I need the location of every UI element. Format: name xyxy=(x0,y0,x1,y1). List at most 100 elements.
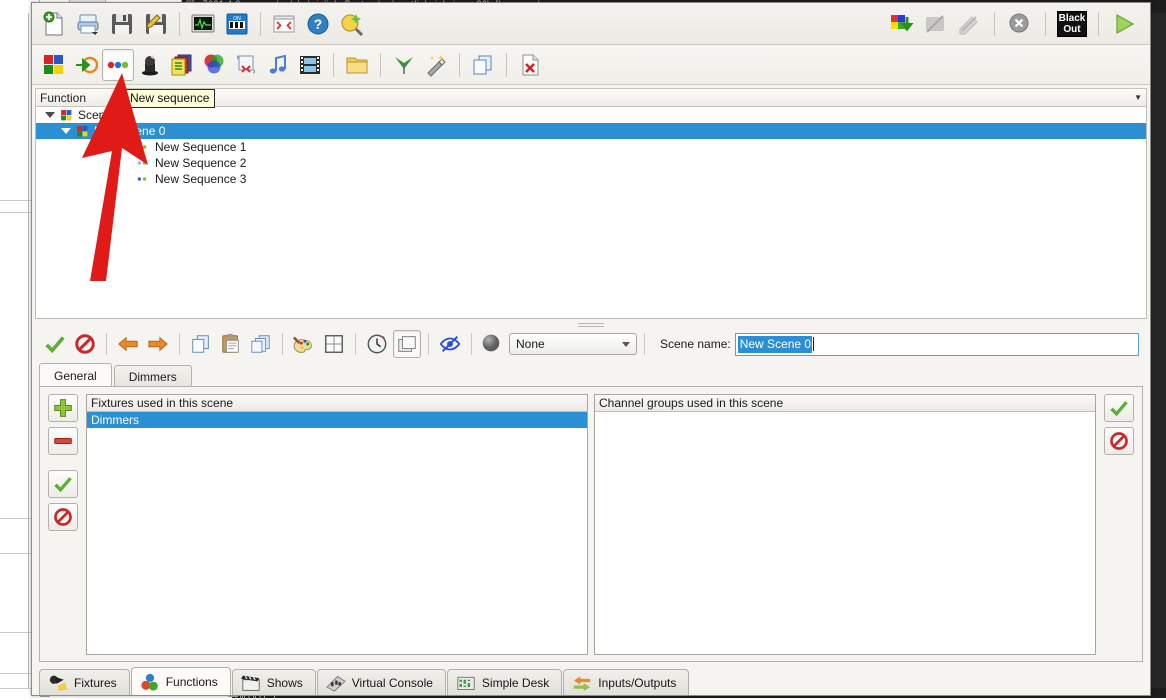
tooltip: New sequence xyxy=(124,89,216,108)
disable-fixture-button[interactable] xyxy=(48,503,78,531)
tab-inputs-outputs[interactable]: Inputs/Outputs xyxy=(563,669,690,695)
next-fixture-icon[interactable] xyxy=(144,330,172,358)
sphere-indicator xyxy=(481,333,501,356)
save-as-icon[interactable] xyxy=(140,8,172,40)
autostart-icon[interactable] xyxy=(420,49,452,81)
tab-functions[interactable]: Functions xyxy=(130,667,231,695)
enable-group-button[interactable] xyxy=(1104,394,1134,422)
fixture-add-icon[interactable] xyxy=(885,8,917,40)
toolbar-separator xyxy=(179,333,180,355)
disable-group-button[interactable] xyxy=(1104,427,1134,455)
fixture-name: Dimmers xyxy=(91,413,139,427)
new-sequence-icon[interactable] xyxy=(102,48,134,81)
tab-virtual-console[interactable]: Virtual Console xyxy=(316,669,446,695)
color-tool-icon[interactable] xyxy=(290,330,318,358)
toolbar-separator xyxy=(355,333,356,355)
tab-simple-desk[interactable]: Simple Desk xyxy=(446,669,563,695)
toolbar-separator xyxy=(179,11,180,36)
speed-dial-icon[interactable] xyxy=(363,330,391,358)
monitor-icon[interactable] xyxy=(187,8,219,40)
paste-icon[interactable] xyxy=(217,330,245,358)
expand-twisty-icon[interactable] xyxy=(58,128,74,134)
new-audio-icon[interactable] xyxy=(262,49,294,81)
tree-node-label: New Sequence 2 xyxy=(155,156,247,170)
tab-dimmers[interactable]: Dimmers xyxy=(113,365,192,387)
toolbar-separator xyxy=(282,333,283,355)
new-chaser-icon[interactable] xyxy=(70,49,102,81)
search-icon[interactable] xyxy=(336,8,368,40)
channel-groups-list-header: Channel groups used in this scene xyxy=(595,395,1095,412)
background-window-border xyxy=(28,13,29,698)
play-icon[interactable] xyxy=(1108,8,1140,40)
grandmaster-disabled-icon[interactable] xyxy=(919,8,951,40)
virtual-console-icon xyxy=(326,675,346,692)
tree-node-new-sequence-3[interactable]: New Sequence 3 xyxy=(36,171,1146,187)
delete-icon[interactable] xyxy=(514,49,546,81)
new-efx-icon[interactable] xyxy=(134,49,166,81)
stop-all-icon[interactable] xyxy=(1004,8,1036,40)
tab-fixtures[interactable]: Fixtures xyxy=(39,669,130,695)
tree-node-new-scene-0[interactable]: New Scene 0 xyxy=(36,123,1146,139)
positions-tool-icon[interactable] xyxy=(320,330,348,358)
tab-shows[interactable]: Shows xyxy=(231,669,316,695)
new-scene-icon[interactable] xyxy=(38,49,70,81)
tab-layout-icon[interactable] xyxy=(393,330,421,358)
remove-fixture-button[interactable] xyxy=(48,427,78,455)
blackout-button[interactable]: Black Out xyxy=(1055,8,1089,40)
new-document-icon[interactable] xyxy=(38,8,70,40)
list-item[interactable]: Dimmers xyxy=(87,412,587,428)
fixture-action-buttons xyxy=(46,394,80,655)
tab-general-label: General xyxy=(54,368,97,383)
blind-mode-icon[interactable] xyxy=(436,330,464,358)
clone-icon[interactable] xyxy=(467,49,499,81)
new-script-icon[interactable] xyxy=(230,49,262,81)
open-document-icon[interactable] xyxy=(72,8,104,40)
chevron-down-icon[interactable]: ▼ xyxy=(1134,93,1142,102)
panel-splitter[interactable] xyxy=(35,319,1147,327)
fullscreen-icon[interactable] xyxy=(268,8,300,40)
function-tree[interactable]: Scenes New Scene 0 New Sequence 1 New Se… xyxy=(35,107,1147,319)
tree-node-new-sequence-2[interactable]: New Sequence 2 xyxy=(36,155,1146,171)
main-tabbar: Fixtures Functions Shows Virtual Console… xyxy=(32,665,1150,695)
scene-name-label: Scene name: xyxy=(660,337,731,351)
tab-virtual-console-label: Virtual Console xyxy=(351,675,433,690)
tree-node-label: Scenes xyxy=(78,108,119,122)
fixture-select-dropdown[interactable]: None xyxy=(509,333,637,355)
new-folder-icon[interactable] xyxy=(341,49,373,81)
tab-general[interactable]: General xyxy=(39,363,112,387)
previous-fixture-icon[interactable] xyxy=(114,330,142,358)
enable-all-icon[interactable] xyxy=(41,330,69,358)
tree-node-new-sequence-1[interactable]: New Sequence 1 xyxy=(36,139,1146,155)
chevron-down-icon xyxy=(622,341,630,347)
fixture-select-value: None xyxy=(516,337,545,351)
save-icon[interactable] xyxy=(106,8,138,40)
dmx-address-tool-icon[interactable]: ON xyxy=(221,8,253,40)
copy-icon[interactable] xyxy=(187,330,215,358)
enable-fixture-button[interactable] xyxy=(48,470,78,498)
tree-node-label: New Sequence 1 xyxy=(155,140,247,154)
toolbar-separator xyxy=(1098,11,1099,36)
tree-node-label: New Scene 0 xyxy=(94,124,166,138)
blackout-label-bottom: Out xyxy=(1063,23,1081,35)
tree-node-label: New Sequence 3 xyxy=(155,172,247,186)
toolbar-separator xyxy=(428,333,429,355)
scene-name-input[interactable]: New Scene 0 xyxy=(734,332,1139,356)
fade-disabled-icon[interactable] xyxy=(953,8,985,40)
tab-simple-desk-label: Simple Desk xyxy=(481,675,550,690)
new-rgb-matrix-icon[interactable] xyxy=(198,49,230,81)
disable-all-icon[interactable] xyxy=(71,330,99,358)
select-all-icon[interactable] xyxy=(388,49,420,81)
simple-desk-icon xyxy=(457,676,475,690)
channel-groups-list[interactable]: Channel groups used in this scene xyxy=(594,394,1096,655)
fixtures-list[interactable]: Fixtures used in this scene Dimmers xyxy=(86,394,588,655)
general-tab-panel: Fixtures used in this scene Dimmers Chan… xyxy=(39,386,1143,662)
new-collection-icon[interactable] xyxy=(166,49,198,81)
expand-twisty-icon[interactable] xyxy=(42,112,58,118)
function-toolbar xyxy=(32,45,1150,85)
new-video-icon[interactable] xyxy=(294,49,326,81)
toolbar-separator xyxy=(459,52,460,77)
copy-to-all-icon[interactable] xyxy=(247,330,275,358)
add-fixture-button[interactable] xyxy=(48,394,78,422)
help-icon[interactable]: ? xyxy=(302,8,334,40)
tree-node-scenes[interactable]: Scenes xyxy=(36,107,1146,123)
